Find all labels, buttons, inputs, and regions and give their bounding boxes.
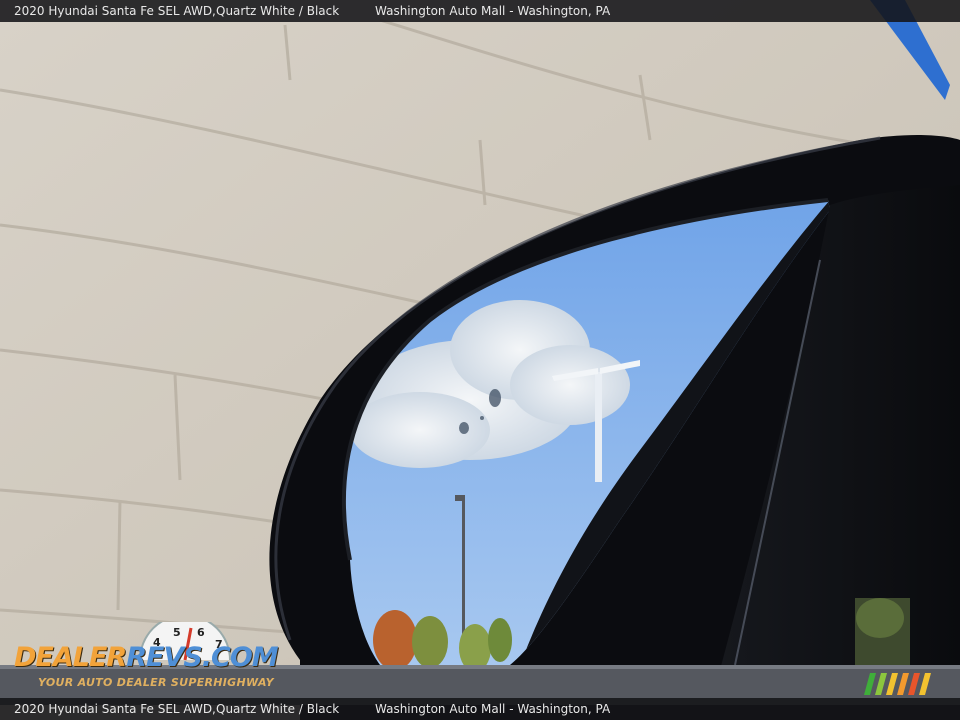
speedometer-digit: 5 <box>173 626 181 639</box>
dealer-location: Washington Auto Mall - Washington, PA <box>375 702 611 716</box>
vehicle-colors: Quartz White / Black <box>216 4 340 18</box>
caption-bar-bottom: 2020 Hyundai Santa Fe SEL AWD, Quartz Wh… <box>0 698 960 720</box>
car-side-mirror-photo <box>0 0 960 720</box>
vehicle-title: 2020 Hyundai Santa Fe SEL AWD, <box>14 702 216 716</box>
vehicle-title: 2020 Hyundai Santa Fe SEL AWD, <box>14 4 216 18</box>
dealerrevs-watermark: 4 5 6 7 DEALERREVS.COM YOUR AUTO DEALER … <box>10 622 280 694</box>
dealer-location: Washington Auto Mall - Washington, PA <box>375 4 611 18</box>
caption-bar-top: 2020 Hyundai Santa Fe SEL AWD, Quartz Wh… <box>0 0 960 22</box>
dealerrevs-stripes-icon <box>864 673 931 695</box>
dealerrevs-logo-text: DEALERREVS.COM <box>14 642 279 673</box>
speedometer-digit: 6 <box>197 626 205 639</box>
door-window-foliage <box>855 598 910 668</box>
dealerrevs-tagline: YOUR AUTO DEALER SUPERHIGHWAY <box>38 676 274 689</box>
vehicle-colors: Quartz White / Black <box>216 702 340 716</box>
